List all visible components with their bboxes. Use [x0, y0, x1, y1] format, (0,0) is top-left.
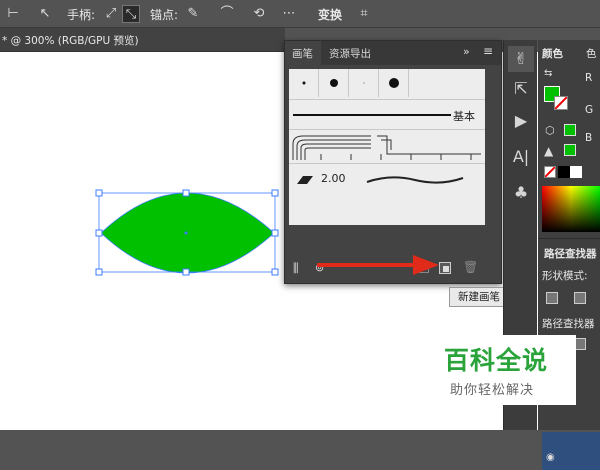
pathfinder-title: 路径查找器	[544, 248, 597, 260]
gamut-warning-icon[interactable]: ▲	[544, 144, 553, 158]
swap-colors-icon[interactable]: ⇆	[544, 68, 552, 79]
connect-path-icon[interactable]: ⌒	[218, 5, 236, 23]
layers-row[interactable]: ◉	[542, 432, 600, 470]
stroke-width-value: 2.00	[321, 172, 346, 185]
isolate-icon[interactable]: ⌗	[355, 5, 373, 23]
brush-dot-large[interactable]	[379, 69, 409, 97]
g-channel-label: G	[585, 104, 594, 116]
pattern-brush-row[interactable]	[289, 129, 485, 163]
tab-asset-export[interactable]: 资源导出	[329, 46, 371, 61]
tab-color[interactable]: 颜色	[542, 46, 563, 61]
brush-dot-medium[interactable]	[319, 69, 349, 97]
dot-brush-row	[289, 69, 485, 99]
panel-divider	[538, 238, 600, 239]
document-tab[interactable]: * @ 300% (RGB/GPU 预览)	[0, 28, 285, 52]
red-arrow-annotation	[317, 255, 439, 275]
watermark-title: 百科全说	[444, 346, 549, 375]
basic-brush-row[interactable]: 基本	[289, 99, 485, 129]
new-brush-tooltip: 新建画笔	[449, 287, 509, 307]
watermark-logo: 百科全说 助你轻松解决	[428, 335, 576, 405]
brush-dot-small[interactable]	[289, 69, 319, 97]
handle-hide-icon[interactable]: ⤡	[122, 5, 140, 23]
center-point	[184, 231, 188, 235]
character-dock-icon[interactable]: A|	[508, 144, 534, 170]
web-safe-swatch[interactable]	[564, 124, 576, 136]
panel-menu-icon[interactable]: ≡	[483, 44, 493, 58]
handle-label: 手柄:	[67, 8, 96, 22]
brushes-panel: 画笔 资源导出 » ≡ 基本 2.00 ⫼ ⊚ 🗑	[284, 40, 502, 284]
pattern-brush-preview	[292, 135, 481, 160]
basic-stroke-preview	[293, 114, 451, 116]
remove-anchor-icon[interactable]: ✎	[184, 5, 202, 23]
pathfinder-label: 路径查找器	[542, 318, 595, 330]
white-swatch[interactable]	[570, 166, 582, 178]
delete-brush-icon[interactable]: 🗑	[463, 260, 478, 274]
shape-modes-label: 形状模式:	[542, 270, 588, 282]
color-spectrum[interactable]	[542, 186, 600, 232]
cube-icon[interactable]: ⬡	[545, 124, 555, 137]
brushes-dock-icon[interactable]: ✌	[508, 46, 534, 72]
anchor-convert-icon[interactable]: ⊢	[4, 5, 22, 23]
handle-show-icon[interactable]: ⤢	[102, 5, 120, 23]
control-bar: ⊢ ↖ 手柄: ⤢ ⤡ 锚点: ✎ ⌒ ⟲ ⋯ 变换 ⌗	[0, 0, 600, 28]
collapse-icon[interactable]: »	[463, 45, 470, 58]
tab-brushes[interactable]: 画笔	[285, 41, 321, 65]
align-icon[interactable]: ⋯	[280, 5, 298, 23]
minus-front-icon[interactable]	[574, 292, 586, 304]
anchor-smooth-icon[interactable]: ↖	[36, 5, 54, 23]
none-swatch[interactable]	[544, 166, 556, 178]
calligraphic-brush-row[interactable]: 2.00	[289, 163, 485, 195]
calligraphic-brush-icon	[297, 176, 313, 184]
panel-tab-bar: 画笔 资源导出 » ≡	[285, 41, 501, 65]
gamut-swatch[interactable]	[564, 144, 576, 156]
r-channel-label: R	[585, 72, 593, 84]
brush-library-icon[interactable]: ⫼	[293, 261, 299, 276]
symbols-dock-icon[interactable]: ♣	[508, 180, 534, 206]
b-channel-label: B	[585, 132, 593, 144]
stroke-swatch[interactable]	[554, 96, 568, 110]
transform-button[interactable]: 变换	[318, 6, 342, 23]
watermark-subtitle: 助你轻松解决	[450, 383, 535, 398]
black-swatch[interactable]	[558, 166, 570, 178]
tab-color-guide[interactable]: 色	[586, 46, 597, 61]
cut-path-icon[interactable]: ⟲	[250, 5, 268, 23]
actions-dock-icon[interactable]: ▶	[508, 108, 534, 134]
calligraphic-stroke-preview	[366, 176, 464, 184]
document-title: * @ 300% (RGB/GPU 预览)	[2, 35, 139, 47]
visibility-eye-icon[interactable]: ◉	[546, 452, 555, 463]
anchor-label: 锚点:	[150, 8, 179, 22]
unite-icon[interactable]	[546, 292, 558, 304]
brush-list: 基本 2.00	[289, 69, 485, 225]
brush-dot-faint[interactable]	[349, 69, 379, 97]
export-dock-icon[interactable]: ⇱	[508, 76, 534, 102]
basic-brush-label: 基本	[453, 110, 475, 123]
tab-brushes-label: 画笔	[292, 48, 313, 60]
